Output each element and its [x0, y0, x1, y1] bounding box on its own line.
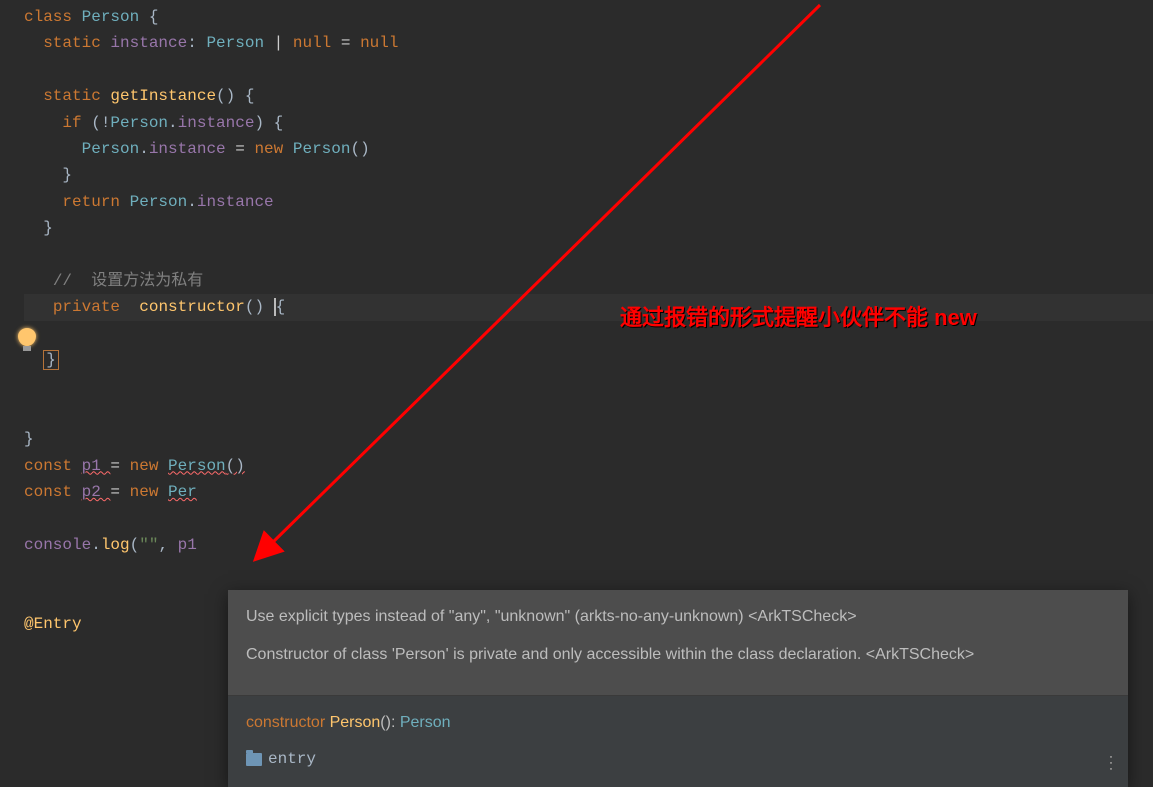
code-line: class Person { [24, 4, 1153, 30]
code-line: } [24, 347, 1153, 373]
code-line: if (!Person.instance) { [24, 110, 1153, 136]
code-line: } [24, 215, 1153, 241]
folder-icon [246, 753, 262, 766]
code-line [24, 558, 1153, 584]
code-line [24, 57, 1153, 83]
code-line: // 设置方法为私有 [24, 268, 1153, 294]
code-line: const p1 = new Person() [24, 453, 1153, 479]
code-line: static getInstance() { [24, 83, 1153, 109]
code-line: const p2 = new Per [24, 479, 1153, 505]
error-message: Use explicit types instead of "any", "un… [246, 604, 1110, 630]
code-line [24, 400, 1153, 426]
code-line [24, 505, 1153, 531]
code-line: console.log("", p1 [24, 532, 1153, 558]
code-line: static instance: Person | null = null [24, 30, 1153, 56]
code-line: return Person.instance [24, 189, 1153, 215]
code-line: } [24, 426, 1153, 452]
code-line: } [24, 162, 1153, 188]
code-editor[interactable]: class Person { static instance: Person |… [0, 0, 1153, 641]
constructor-signature: constructor Person(): Person [246, 710, 1110, 736]
module-source: entry [246, 746, 1110, 773]
code-line [24, 373, 1153, 399]
code-line: Person.instance = new Person() [24, 136, 1153, 162]
error-message: Constructor of class 'Person' is private… [246, 642, 1110, 668]
error-tooltip: Use explicit types instead of "any", "un… [228, 590, 1128, 787]
code-line [24, 321, 1153, 347]
tooltip-messages: Use explicit types instead of "any", "un… [228, 590, 1128, 696]
code-line [24, 242, 1153, 268]
tooltip-signature: constructor Person(): Person entry ⋯ [228, 696, 1128, 787]
annotation-text: 通过报错的形式提醒小伙伴不能 new [620, 300, 977, 336]
more-icon[interactable]: ⋯ [1095, 754, 1125, 770]
code-line-active: private constructor() { [24, 294, 1153, 320]
